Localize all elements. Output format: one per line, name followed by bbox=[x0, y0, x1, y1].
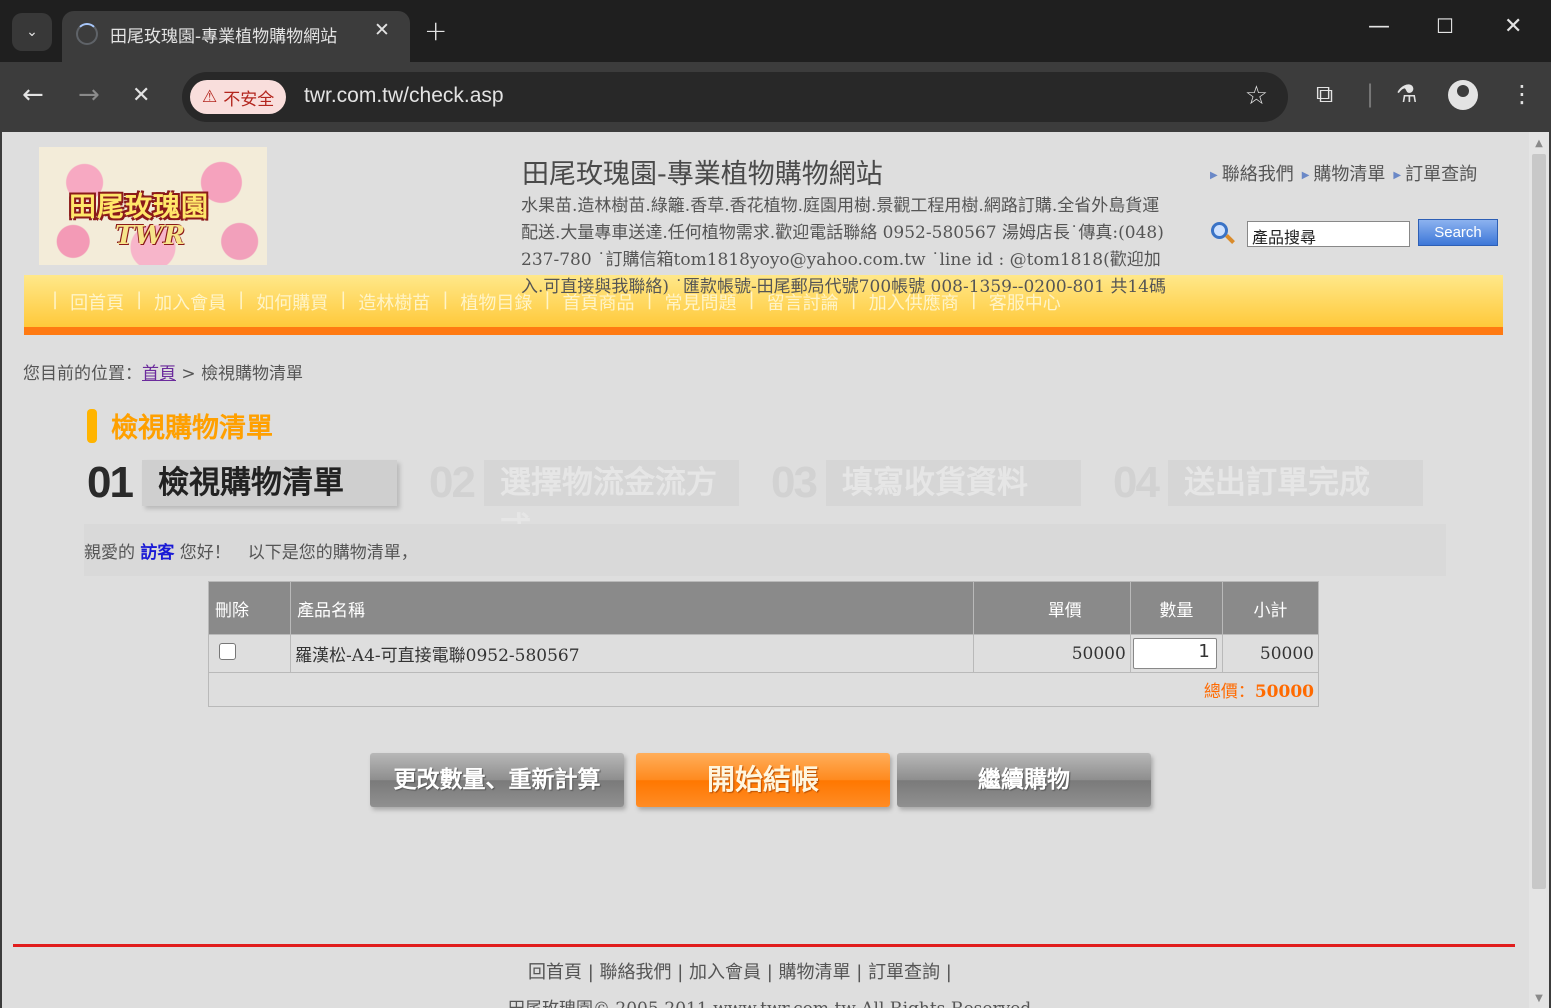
nav-how-to-buy[interactable]: 如何購買 bbox=[256, 289, 328, 315]
toplink-cart[interactable]: ▶ 購物清單 bbox=[1302, 160, 1386, 186]
minimize-icon[interactable]: — bbox=[1368, 14, 1390, 39]
extensions-icon[interactable]: ⧉ bbox=[1316, 80, 1333, 108]
total-label: 總價： bbox=[1203, 682, 1255, 702]
footer-links: 回首頁 | 聯絡我們 | 加入會員 | 購物清單 | 訂單查詢 | bbox=[528, 962, 952, 983]
scrollbar-thumb[interactable] bbox=[1532, 154, 1546, 889]
breadcrumb-current: 檢視購物清單 bbox=[201, 364, 304, 384]
stop-loading-icon[interactable]: ✕ bbox=[132, 83, 150, 108]
search-button[interactable]: Search bbox=[1418, 219, 1498, 246]
delete-cell bbox=[207, 634, 292, 673]
nav-join-member[interactable]: 加入會員 bbox=[154, 289, 226, 315]
col-product: 產品名稱 bbox=[290, 581, 974, 635]
subtotal: 50000 bbox=[1221, 634, 1320, 673]
more-menu-icon[interactable]: ⋮ bbox=[1510, 80, 1534, 108]
new-tab-icon[interactable]: + bbox=[424, 14, 447, 47]
warning-icon: ⚠ bbox=[202, 87, 218, 107]
bookmark-star-icon[interactable]: ☆ bbox=[1245, 81, 1268, 111]
cart-header-row: 刪除 產品名稱 單價 數量 小計 bbox=[207, 581, 1320, 635]
footer-link-home[interactable]: 回首頁 bbox=[528, 962, 582, 983]
section-title: 檢視購物清單 bbox=[87, 406, 273, 445]
total-value: 50000 bbox=[1254, 682, 1314, 702]
site-description: 水果苗.造林樹苗.綠籬.香草.香花植物.庭園用樹.景觀工程用樹.網路訂購.全省外… bbox=[521, 196, 1166, 297]
toplink-contact[interactable]: ▶ 聯絡我們 bbox=[1210, 160, 1294, 186]
browser-toolbar: ← → ✕ ⚠ 不安全 twr.com.tw/check.asp ☆ ⧉ | ⚗… bbox=[0, 62, 1551, 132]
col-price: 單價 bbox=[972, 581, 1131, 635]
security-chip[interactable]: ⚠ 不安全 bbox=[190, 80, 287, 114]
close-window-icon[interactable]: ✕ bbox=[1504, 14, 1522, 39]
product-search-input[interactable]: 產品搜尋 bbox=[1247, 221, 1410, 247]
product-name: 羅漢松-A4-可直接電聯0952-580567 bbox=[290, 634, 974, 673]
copyright: 田尾玫瑰園© 2005-2011 www.twr.com.tw All Righ… bbox=[508, 994, 1031, 1008]
profile-avatar-icon[interactable] bbox=[1448, 80, 1478, 110]
qty-cell: 1 bbox=[1129, 634, 1223, 673]
chevron-down-icon: ⌄ bbox=[26, 24, 38, 40]
insecure-label: 不安全 bbox=[223, 89, 275, 110]
footer-link-join[interactable]: 加入會員 bbox=[689, 962, 761, 983]
quantity-input[interactable]: 1 bbox=[1132, 638, 1217, 669]
table-row: 羅漢松-A4-可直接電聯0952-580567 50000 1 50000 bbox=[207, 634, 1320, 673]
maximize-icon[interactable]: ☐ bbox=[1436, 14, 1454, 38]
visitor-name: 訪客 bbox=[140, 543, 175, 563]
col-subtotal: 小計 bbox=[1221, 581, 1320, 635]
step-2: 02 選擇物流金流方式 bbox=[429, 456, 771, 547]
footer-link-contact[interactable]: 聯絡我們 bbox=[600, 962, 672, 983]
col-qty: 數量 bbox=[1129, 581, 1223, 635]
triangle-right-icon: ▶ bbox=[1301, 169, 1310, 181]
scrollbar[interactable]: ▲ ▼ bbox=[1529, 132, 1549, 1008]
page-viewport: 田尾玫瑰園 TWR 田尾玫瑰園-專業植物購物網站 水果苗.造林樹苗.綠籬.香草.… bbox=[2, 132, 1549, 1008]
total-cell: 總價：50000 bbox=[208, 672, 1319, 707]
logo-sub-text: TWR bbox=[115, 221, 186, 251]
toplink-order-query[interactable]: ▶ 訂單查詢 bbox=[1393, 160, 1477, 186]
logo-main-text: 田尾玫瑰園 bbox=[69, 192, 209, 223]
step-3: 03 填寫收貨資料 bbox=[771, 456, 1113, 510]
title-accent-bar bbox=[87, 408, 97, 443]
forward-icon[interactable]: → bbox=[78, 80, 100, 110]
labs-flask-icon[interactable]: ⚗ bbox=[1396, 80, 1418, 108]
footer-divider bbox=[13, 944, 1515, 947]
scroll-up-arrow-icon[interactable]: ▲ bbox=[1533, 138, 1545, 149]
unit-price: 50000 bbox=[972, 634, 1131, 673]
col-delete: 刪除 bbox=[207, 581, 292, 635]
checkout-steps: 01 檢視購物清單 02 選擇物流金流方式 03 填寫收貨資料 04 送出訂單完… bbox=[87, 456, 1455, 547]
update-quantity-button[interactable]: 更改數量、重新計算 bbox=[370, 753, 624, 807]
back-icon[interactable]: ← bbox=[22, 80, 44, 110]
checkout-button[interactable]: 開始結帳 bbox=[636, 753, 890, 807]
nav-home[interactable]: 回首頁 bbox=[70, 289, 124, 315]
breadcrumb: 您目前的位置：首頁 > 檢視購物清單 bbox=[23, 364, 304, 384]
section-title-text: 檢視購物清單 bbox=[111, 413, 273, 444]
top-links: ▶ 聯絡我們 ▶ 購物清單 ▶ 訂單查詢 bbox=[1210, 160, 1477, 186]
cart-table: 刪除 產品名稱 單價 數量 小計 羅漢松-A4-可直接電聯0952-580567… bbox=[207, 581, 1320, 707]
site-logo[interactable]: 田尾玫瑰園 TWR bbox=[39, 147, 267, 265]
total-row: 總價：50000 bbox=[208, 672, 1319, 707]
loading-spinner-icon bbox=[76, 23, 98, 45]
step-4: 04 送出訂單完成 bbox=[1113, 456, 1455, 510]
triangle-right-icon: ▶ bbox=[1393, 169, 1402, 181]
footer-link-orders[interactable]: 訂單查詢 bbox=[868, 962, 940, 983]
tab-search-button[interactable]: ⌄ bbox=[12, 13, 52, 51]
scroll-down-arrow-icon[interactable]: ▼ bbox=[1533, 993, 1545, 1004]
triangle-right-icon: ▶ bbox=[1210, 169, 1218, 181]
nav-seedlings[interactable]: 造林樹苗 bbox=[358, 289, 430, 315]
browser-tab[interactable]: 田尾玫瑰園-專業植物購物網站 ✕ bbox=[62, 11, 410, 62]
site-title: 田尾玫瑰園-專業植物購物網站 bbox=[522, 159, 883, 190]
address-bar[interactable]: ⚠ 不安全 twr.com.tw/check.asp ☆ bbox=[182, 72, 1288, 122]
step-1: 01 檢視購物清單 bbox=[87, 456, 429, 510]
tab-close-icon[interactable]: ✕ bbox=[374, 19, 390, 41]
browser-tab-strip: ⌄ 田尾玫瑰園-專業植物購物網站 ✕ + — ☐ ✕ bbox=[0, 0, 1551, 62]
continue-shopping-button[interactable]: 繼續購物 bbox=[897, 753, 1151, 807]
greeting-bar: 親愛的 訪客 您好！ 以下是您的購物清單， bbox=[84, 524, 1446, 576]
url-text[interactable]: twr.com.tw/check.asp bbox=[304, 84, 504, 108]
breadcrumb-home-link[interactable]: 首頁 bbox=[142, 364, 176, 384]
tab-title: 田尾玫瑰園-專業植物購物網站 bbox=[110, 27, 338, 47]
delete-checkbox[interactable] bbox=[219, 642, 236, 660]
magnifier-icon bbox=[1209, 220, 1235, 246]
footer-link-cart[interactable]: 購物清單 bbox=[779, 962, 851, 983]
toolbar-divider: | bbox=[1366, 80, 1375, 108]
